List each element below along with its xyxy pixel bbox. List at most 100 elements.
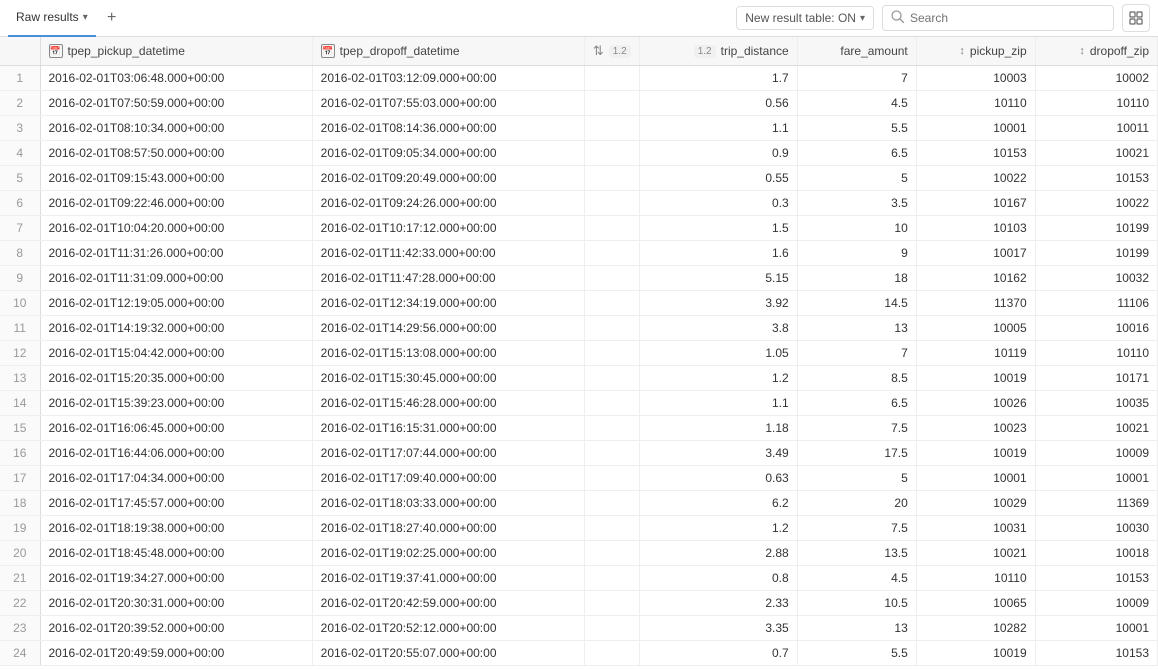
cell-trip-distance: 3.35: [639, 616, 797, 641]
cell-sort: [584, 291, 639, 316]
cell-fare-amount: 18: [797, 266, 916, 291]
cell-pickup-zip: 10001: [916, 116, 1035, 141]
cell-fare-amount: 17.5: [797, 441, 916, 466]
table-row: 6 2016-02-01T09:22:46.000+00:00 2016-02-…: [0, 191, 1158, 216]
row-number: 22: [0, 591, 40, 616]
cell-sort: [584, 541, 639, 566]
table-row: 11 2016-02-01T14:19:32.000+00:00 2016-02…: [0, 316, 1158, 341]
cell-dropoff-datetime: 2016-02-01T09:20:49.000+00:00: [312, 166, 584, 191]
cell-trip-distance: 1.7: [639, 66, 797, 91]
cell-dropoff-zip: 10009: [1035, 441, 1157, 466]
cell-sort: [584, 641, 639, 666]
cell-dropoff-datetime: 2016-02-01T11:47:28.000+00:00: [312, 266, 584, 291]
cell-sort: [584, 241, 639, 266]
table-row: 18 2016-02-01T17:45:57.000+00:00 2016-02…: [0, 491, 1158, 516]
col-label-dropoff: tpep_dropoff_datetime: [340, 44, 460, 58]
row-number: 16: [0, 441, 40, 466]
table-row: 13 2016-02-01T15:20:35.000+00:00 2016-02…: [0, 366, 1158, 391]
cell-sort: [584, 591, 639, 616]
cell-dropoff-zip: 11106: [1035, 291, 1157, 316]
table-row: 14 2016-02-01T15:39:23.000+00:00 2016-02…: [0, 391, 1158, 416]
table-row: 5 2016-02-01T09:15:43.000+00:00 2016-02-…: [0, 166, 1158, 191]
cell-pickup-zip: 10110: [916, 566, 1035, 591]
cell-trip-distance: 1.2: [639, 366, 797, 391]
cell-sort: [584, 516, 639, 541]
search-input[interactable]: [910, 11, 1105, 25]
cell-sort: [584, 466, 639, 491]
cell-trip-distance: 3.49: [639, 441, 797, 466]
cell-pickup-datetime: 2016-02-01T20:30:31.000+00:00: [40, 591, 312, 616]
cell-dropoff-zip: 11369: [1035, 491, 1157, 516]
cell-dropoff-zip: 10110: [1035, 91, 1157, 116]
col-header-pickup-zip[interactable]: ↕ pickup_zip: [916, 37, 1035, 66]
row-number: 7: [0, 216, 40, 241]
cell-pickup-zip: 10282: [916, 616, 1035, 641]
cell-trip-distance: 5.15: [639, 266, 797, 291]
cell-trip-distance: 0.7: [639, 641, 797, 666]
table-row: 7 2016-02-01T10:04:20.000+00:00 2016-02-…: [0, 216, 1158, 241]
add-tab-button[interactable]: +: [100, 6, 124, 30]
cell-pickup-zip: 10019: [916, 641, 1035, 666]
cell-dropoff-datetime: 2016-02-01T20:42:59.000+00:00: [312, 591, 584, 616]
col-label-trip-distance: trip_distance: [721, 44, 789, 58]
cell-pickup-datetime: 2016-02-01T11:31:26.000+00:00: [40, 241, 312, 266]
row-number: 20: [0, 541, 40, 566]
cell-trip-distance: 6.2: [639, 491, 797, 516]
table-row: 24 2016-02-01T20:49:59.000+00:00 2016-02…: [0, 641, 1158, 666]
col-header-sort[interactable]: ⇅ 1.2: [584, 37, 639, 66]
col-header-fare-amount[interactable]: fare_amount: [797, 37, 916, 66]
cell-pickup-datetime: 2016-02-01T18:45:48.000+00:00: [40, 541, 312, 566]
trip-distance-badge: 1.2: [694, 45, 716, 58]
cell-trip-distance: 0.9: [639, 141, 797, 166]
table-row: 1 2016-02-01T03:06:48.000+00:00 2016-02-…: [0, 66, 1158, 91]
table-row: 3 2016-02-01T08:10:34.000+00:00 2016-02-…: [0, 116, 1158, 141]
row-number: 12: [0, 341, 40, 366]
cell-dropoff-zip: 10171: [1035, 366, 1157, 391]
cell-sort: [584, 341, 639, 366]
cell-dropoff-datetime: 2016-02-01T20:55:07.000+00:00: [312, 641, 584, 666]
cell-pickup-datetime: 2016-02-01T17:45:57.000+00:00: [40, 491, 312, 516]
table-row: 17 2016-02-01T17:04:34.000+00:00 2016-02…: [0, 466, 1158, 491]
cell-fare-amount: 6.5: [797, 391, 916, 416]
table-row: 15 2016-02-01T16:06:45.000+00:00 2016-02…: [0, 416, 1158, 441]
cell-dropoff-datetime: 2016-02-01T09:24:26.000+00:00: [312, 191, 584, 216]
table-row: 9 2016-02-01T11:31:09.000+00:00 2016-02-…: [0, 266, 1158, 291]
cell-dropoff-datetime: 2016-02-01T19:02:25.000+00:00: [312, 541, 584, 566]
cell-dropoff-datetime: 2016-02-01T20:52:12.000+00:00: [312, 616, 584, 641]
cell-trip-distance: 0.63: [639, 466, 797, 491]
table-row: 4 2016-02-01T08:57:50.000+00:00 2016-02-…: [0, 141, 1158, 166]
cell-fare-amount: 3.5: [797, 191, 916, 216]
cell-pickup-datetime: 2016-02-01T10:04:20.000+00:00: [40, 216, 312, 241]
cell-pickup-zip: 10021: [916, 541, 1035, 566]
cell-pickup-zip: 10103: [916, 216, 1035, 241]
new-result-table-toggle[interactable]: New result table: ON ▾: [736, 6, 874, 30]
table-row: 10 2016-02-01T12:19:05.000+00:00 2016-02…: [0, 291, 1158, 316]
cell-pickup-datetime: 2016-02-01T20:49:59.000+00:00: [40, 641, 312, 666]
cell-trip-distance: 0.55: [639, 166, 797, 191]
cell-sort: [584, 266, 639, 291]
cell-sort: [584, 66, 639, 91]
col-header-trip-distance[interactable]: 1.2 trip_distance: [639, 37, 797, 66]
cell-sort: [584, 366, 639, 391]
col-header-pickup[interactable]: 📅 tpep_pickup_datetime: [40, 37, 312, 66]
cell-pickup-datetime: 2016-02-01T08:57:50.000+00:00: [40, 141, 312, 166]
cell-trip-distance: 1.05: [639, 341, 797, 366]
cell-fare-amount: 13.5: [797, 541, 916, 566]
cell-dropoff-datetime: 2016-02-01T18:03:33.000+00:00: [312, 491, 584, 516]
col-label-pickup: tpep_pickup_datetime: [68, 44, 185, 58]
datetime-icon-pickup: 📅: [49, 44, 63, 58]
layout-button[interactable]: [1122, 4, 1150, 32]
cell-pickup-datetime: 2016-02-01T18:19:38.000+00:00: [40, 516, 312, 541]
cell-pickup-zip: 10001: [916, 466, 1035, 491]
row-number: 8: [0, 241, 40, 266]
col-header-dropoff[interactable]: 📅 tpep_dropoff_datetime: [312, 37, 584, 66]
cell-dropoff-datetime: 2016-02-01T07:55:03.000+00:00: [312, 91, 584, 116]
cell-fare-amount: 5: [797, 166, 916, 191]
row-number: 3: [0, 116, 40, 141]
col-header-dropoff-zip[interactable]: ↕ dropoff_zip: [1035, 37, 1157, 66]
raw-results-tab[interactable]: Raw results ▾: [8, 0, 96, 37]
cell-trip-distance: 2.88: [639, 541, 797, 566]
cell-dropoff-zip: 10032: [1035, 266, 1157, 291]
cell-dropoff-zip: 10021: [1035, 141, 1157, 166]
cell-pickup-zip: 10162: [916, 266, 1035, 291]
